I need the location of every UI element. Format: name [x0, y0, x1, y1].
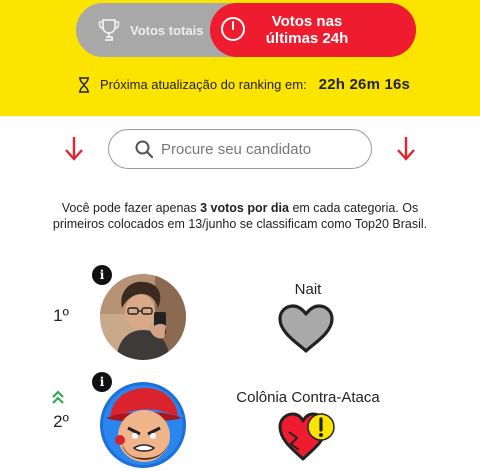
- countdown-label: Próxima atualização do ranking em:: [100, 77, 307, 92]
- candidate-name: Nait: [294, 281, 322, 298]
- search-box[interactable]: [108, 129, 372, 169]
- hourglass-icon: [79, 76, 89, 93]
- rules-text-start: Você pode fazer apenas: [61, 201, 201, 215]
- heart-icon[interactable]: [277, 304, 335, 354]
- candidate-row: 2º i Colônia Contra-Ataca: [0, 372, 480, 471]
- tab-24h-label-line2: últimas 24h: [265, 30, 349, 47]
- candidate-name: Colônia Contra-Ataca: [236, 389, 380, 406]
- avatar[interactable]: [100, 382, 186, 468]
- candidate-rank: 1º: [53, 306, 69, 325]
- tab-last-24h[interactable]: Votos nas últimas 24h: [210, 3, 416, 57]
- trophy-icon: [98, 19, 120, 41]
- avatar[interactable]: [100, 274, 186, 360]
- rules-text-bold: 3 votos por dia: [200, 201, 289, 215]
- tab-total-votes[interactable]: Votos totais: [76, 3, 216, 57]
- double-chevron-up-icon: [52, 390, 64, 404]
- votes-period-toggle[interactable]: Votos totais Votos nas últimas 24h: [76, 3, 416, 57]
- info-icon[interactable]: i: [92, 372, 112, 392]
- candidate-rank: 2º: [53, 412, 69, 431]
- ranking-update-countdown: Próxima atualização do ranking em: 22h 2…: [78, 76, 410, 93]
- clock-icon: [221, 17, 245, 41]
- candidate-photo: [100, 382, 186, 468]
- tab-24h-label-line1: Votos nas: [271, 13, 343, 30]
- candidate-row: 1º i Nait: [0, 262, 480, 372]
- header-band: Votos totais Votos nas últimas 24h Próxi…: [0, 0, 480, 116]
- tab-total-label: Votos totais: [130, 22, 204, 38]
- heart-icon[interactable]: [277, 410, 337, 462]
- search-icon: [135, 140, 153, 158]
- arrow-down-icon[interactable]: [396, 136, 416, 162]
- candidate-photo: [100, 274, 186, 360]
- voting-rules-text: Você pode fazer apenas 3 votos por dia e…: [40, 200, 440, 232]
- search-input[interactable]: [161, 140, 361, 158]
- info-icon[interactable]: i: [92, 265, 112, 285]
- arrow-down-icon[interactable]: [64, 136, 84, 162]
- countdown-time: 22h 26m 16s: [318, 76, 411, 93]
